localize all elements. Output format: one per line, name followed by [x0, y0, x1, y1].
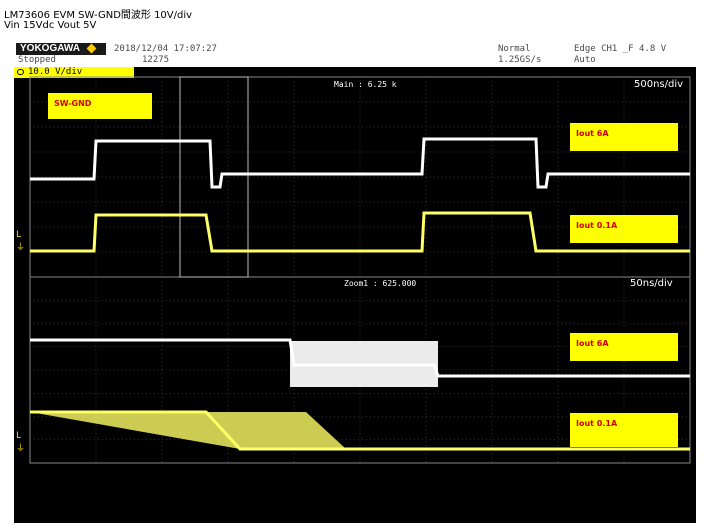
- tag-sw-gnd: SW-GND: [48, 93, 152, 119]
- tag-iout-6a-upper: Iout 6A: [570, 123, 678, 151]
- zoom-record-label: Zoom1 : 625.000: [344, 279, 417, 288]
- caption-title: LM73606 EVM SW-GND間波形 10V/div: [4, 10, 193, 21]
- zoom-edge-jitter-yellow: [30, 412, 346, 449]
- ground-marker-lower: L ⏚: [16, 431, 26, 454]
- oscilloscope-screen: YOKOGAWA Stopped 2018/12/04 17:07:27 122…: [14, 43, 696, 523]
- tag-iout-01a-upper: Iout 0.1A: [570, 215, 678, 243]
- zoom-edge-jitter-white: [290, 341, 438, 387]
- main-timebase: 500ns/div: [634, 79, 684, 90]
- tag-iout-6a-lower: Iout 6A: [570, 333, 678, 361]
- zoom-timebase: 50ns/div: [630, 278, 673, 289]
- main-record-label: Main : 6.25 k: [334, 80, 397, 89]
- ground-marker-upper: L ⏚: [16, 230, 26, 253]
- tag-iout-01a-lower: Iout 0.1A: [570, 413, 678, 447]
- caption-conditions: Vin 15Vdc Vout 5V: [4, 20, 97, 31]
